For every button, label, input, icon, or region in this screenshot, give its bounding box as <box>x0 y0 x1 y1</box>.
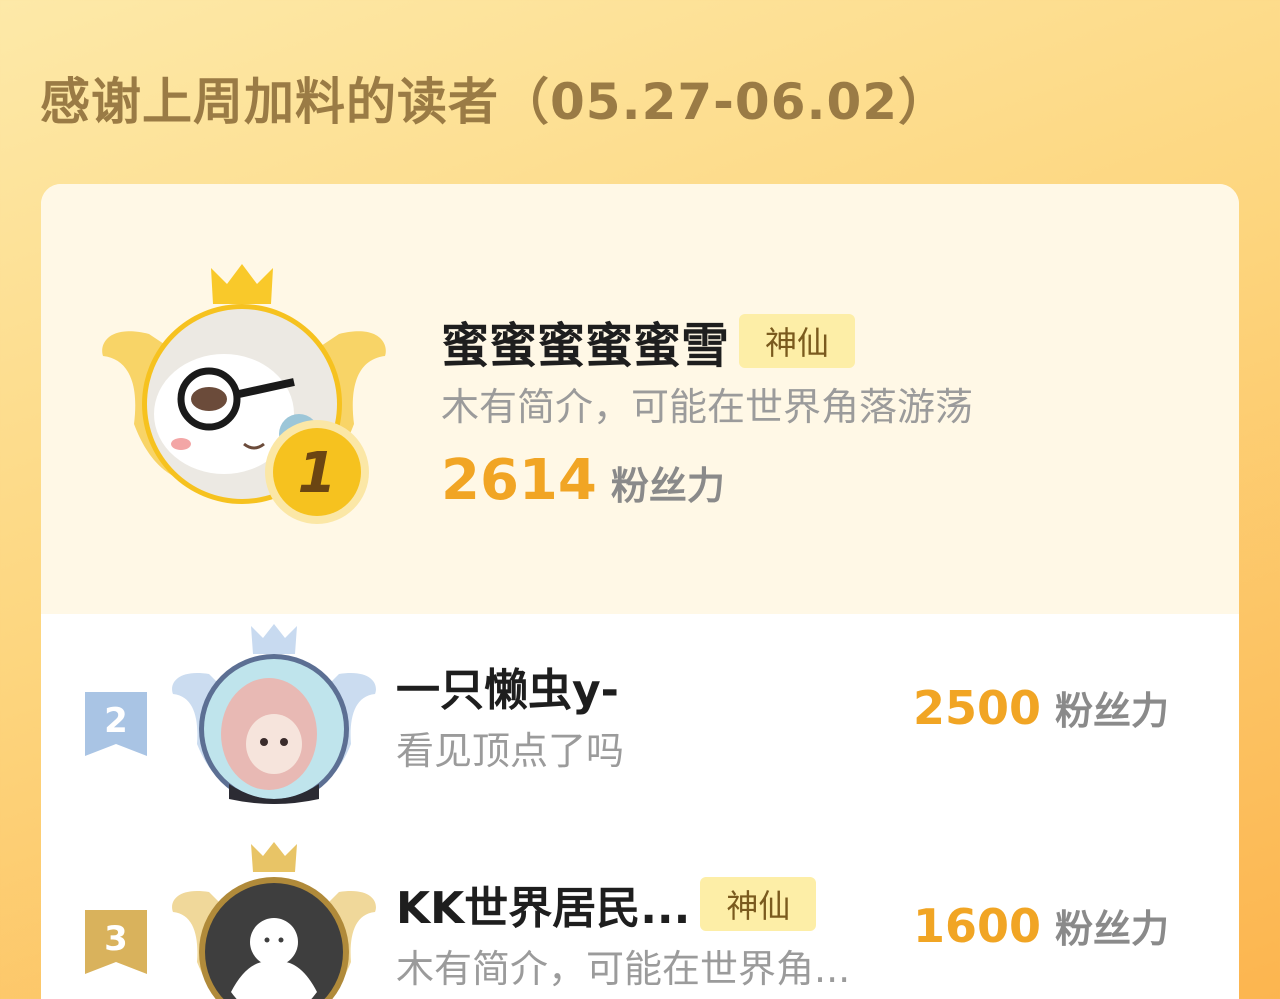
rank-2-name-row: 一只懒虫y- <box>396 654 619 718</box>
crown-icon <box>211 264 273 304</box>
rank-3-name-row: KK世界居民... 神仙 <box>396 872 817 936</box>
user-bio: 看见顶点了吗 <box>396 729 625 773</box>
rank-3-item[interactable]: 3 KK世界居民... 神仙 木有简介，可能在世界角... 1600 粉丝力 <box>41 842 1239 999</box>
score-unit: 粉丝力 <box>1054 689 1169 733</box>
user-name[interactable]: KK世界居民... <box>396 872 690 936</box>
rank-3-avatar-group[interactable] <box>169 842 379 999</box>
rank-medal-icon: 1 <box>265 420 369 524</box>
rank-1-item[interactable]: 1 蜜蜜蜜蜜蜜雪 神仙 木有简介，可能在世界角落游荡 2614 粉丝力 <box>41 184 1239 614</box>
avatar <box>199 654 349 804</box>
crown-icon <box>251 842 297 872</box>
page-title: 感谢上周加料的读者（05.27-06.02） <box>40 73 950 131</box>
crown-icon <box>251 624 297 654</box>
user-name[interactable]: 一只懒虫y- <box>396 654 619 718</box>
rank-1-name-row: 蜜蜜蜜蜜蜜雪 神仙 <box>441 306 856 376</box>
score-value: 2500 <box>912 681 1041 735</box>
rank-flag-icon: 2 <box>85 692 147 756</box>
svg-text:2: 2 <box>104 701 128 741</box>
svg-text:3: 3 <box>104 919 128 959</box>
fan-score: 2614 粉丝力 <box>441 448 725 513</box>
user-name[interactable]: 蜜蜜蜜蜜蜜雪 <box>441 306 729 376</box>
title-badge: 神仙 <box>700 877 817 931</box>
fan-score: 1600 粉丝力 <box>913 898 1169 953</box>
rank-2-item[interactable]: 2 一只懒虫y- 看见顶点了吗 2500 粉丝力 <box>41 624 1239 824</box>
user-bio: 木有简介，可能在世界角落游荡 <box>441 385 974 429</box>
rank-1-avatar-group[interactable]: 1 <box>99 264 389 534</box>
rank-flag-icon: 3 <box>85 910 147 974</box>
default-avatar-icon <box>199 877 349 999</box>
score-value: 2614 <box>441 448 597 513</box>
svg-text:1: 1 <box>298 441 337 506</box>
score-value: 1600 <box>912 899 1041 953</box>
fan-score: 2500 粉丝力 <box>913 680 1169 735</box>
user-bio: 木有简介，可能在世界角... <box>396 947 851 991</box>
rank-2-avatar-group[interactable] <box>169 624 379 824</box>
score-unit: 粉丝力 <box>610 464 725 508</box>
score-unit: 粉丝力 <box>1054 907 1169 951</box>
ranking-card: 1 蜜蜜蜜蜜蜜雪 神仙 木有简介，可能在世界角落游荡 2614 粉丝力 2 一只… <box>41 184 1239 999</box>
title-badge: 神仙 <box>739 314 856 368</box>
